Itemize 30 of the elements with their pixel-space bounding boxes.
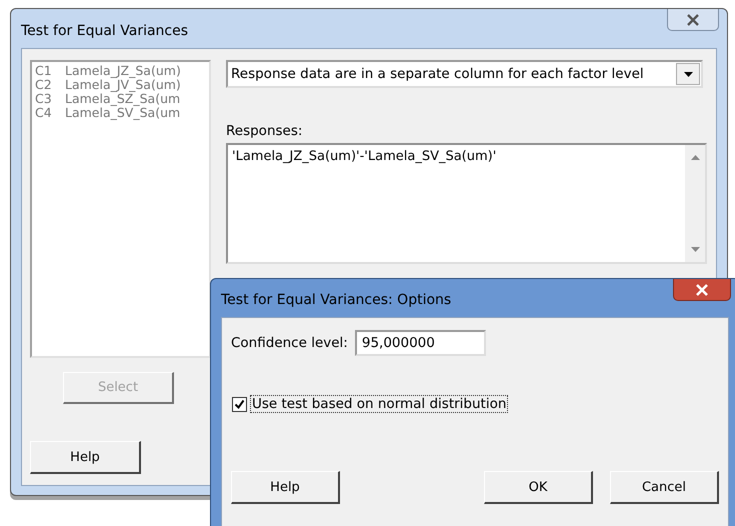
dialog-button[interactable]: Cancel	[610, 471, 719, 504]
caret-icon	[684, 72, 692, 76]
responses-field[interactable]: 'Lamela_JZ_Sa(um)'-'Lamela_SV_Sa(um)'	[226, 143, 707, 264]
window-title: Test for Equal Variances	[21, 22, 190, 38]
scrollbar[interactable]	[685, 145, 705, 262]
close-icon	[695, 284, 709, 296]
close-icon	[686, 14, 700, 26]
checkbox-label[interactable]: Use test based on normal distribution	[251, 396, 508, 412]
column-list[interactable]: C1 Lamela_JZ_Sa(um) C2 Lamela_JV_Sa(um) C3 Lamela_SZ_Sa(um C4 Lamela_SV_Sa(um	[30, 60, 211, 358]
column-id: C2	[35, 78, 53, 92]
column-name[interactable]: Lamela_JZ_Sa(um)	[65, 64, 181, 78]
data-arrangement-dropdown[interactable]: Response data are in a separate column for each factor level	[226, 60, 703, 88]
confidence-field[interactable]: 95,000000	[354, 330, 486, 356]
dialog-button[interactable]: OK	[484, 471, 593, 504]
dialog-button[interactable]: Help	[231, 471, 340, 504]
responses-label: Responses:	[226, 123, 304, 139]
column-id: C3	[35, 92, 53, 106]
help-button[interactable]: Help	[30, 441, 141, 474]
column-name[interactable]: Lamela_SZ_Sa(um	[65, 92, 180, 106]
column-id: C4	[35, 106, 53, 120]
checkbox[interactable]	[232, 396, 247, 412]
close-button[interactable]	[673, 279, 731, 301]
dialog-title: Test for Equal Variances: Options	[221, 291, 452, 308]
close-button[interactable]	[667, 9, 719, 31]
column-name[interactable]: Lamela_SV_Sa(um	[65, 106, 180, 120]
scroll-up-icon[interactable]	[690, 155, 700, 160]
scroll-down-icon[interactable]	[690, 247, 700, 252]
column-id: C1	[35, 64, 53, 78]
column-name[interactable]: Lamela_JV_Sa(um)	[65, 78, 181, 92]
confidence-label: Confidence level:	[231, 335, 348, 351]
